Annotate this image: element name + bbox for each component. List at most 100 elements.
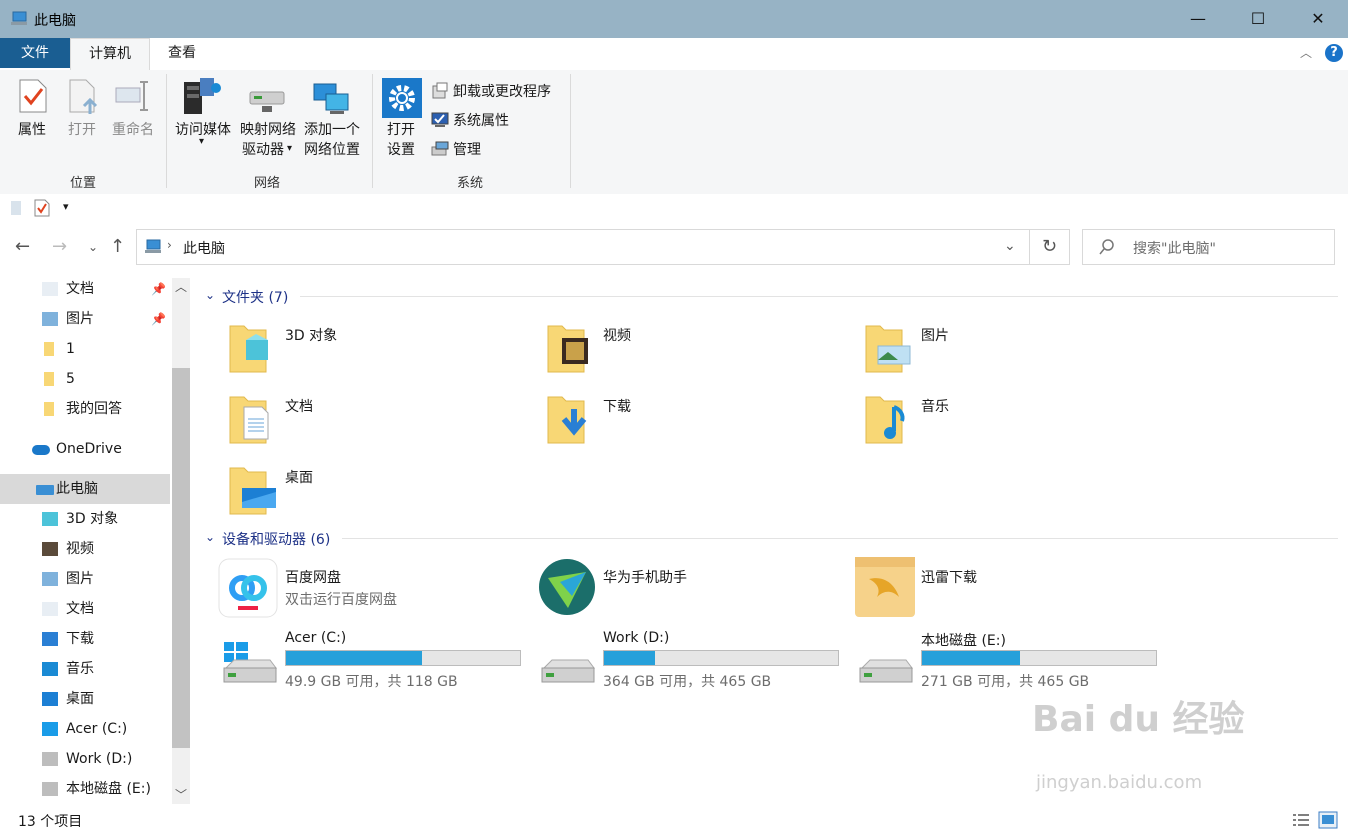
- tab-view[interactable]: 查看: [152, 38, 212, 68]
- folder-tile[interactable]: 视频: [546, 320, 846, 380]
- drive-tile[interactable]: 本地磁盘 (E:) 271 GB 可用，共 465 GB: [856, 628, 1166, 690]
- nav-item-label: 音乐: [66, 661, 94, 677]
- map-drive-button-line1[interactable]: 映射网络: [236, 120, 300, 140]
- breadcrumb-separator-icon[interactable]: ›: [167, 238, 172, 252]
- nav-scrollbar-thumb[interactable]: [172, 368, 190, 748]
- maximize-button[interactable]: ☐: [1228, 0, 1288, 38]
- document-icon: [42, 282, 58, 296]
- nav-item[interactable]: 我的回答: [0, 394, 170, 424]
- qat-check-icon[interactable]: [34, 199, 50, 217]
- folder-tile[interactable]: 音乐: [864, 391, 1164, 451]
- add-location-button-line2[interactable]: 网络位置: [300, 140, 364, 160]
- add-location-button-line1[interactable]: 添加一个: [300, 120, 364, 140]
- nav-item[interactable]: 本地磁盘 (E:): [0, 774, 170, 804]
- qat-properties-icon[interactable]: [10, 200, 22, 216]
- nav-item[interactable]: 文档: [0, 594, 170, 624]
- tab-file[interactable]: 文件: [0, 38, 70, 68]
- forward-button[interactable]: →: [52, 236, 67, 257]
- manage-button[interactable]: 管理: [453, 139, 481, 159]
- nav-item-label: Work (D:): [66, 751, 133, 767]
- app-tile-huawei[interactable]: [538, 558, 596, 616]
- folder-label: 下载: [603, 399, 631, 415]
- tab-computer[interactable]: 计算机: [70, 38, 150, 70]
- nav-item[interactable]: 视频: [0, 534, 170, 564]
- collapse-chevron-icon[interactable]: ⌄: [205, 288, 215, 302]
- collapse-ribbon-icon[interactable]: ︿: [1300, 44, 1312, 61]
- folder-tile[interactable]: 下载: [546, 391, 846, 451]
- drive-usage-fill: [286, 651, 422, 665]
- minimize-button[interactable]: —: [1168, 0, 1228, 38]
- nav-item[interactable]: 图片 📌: [0, 304, 170, 334]
- nav-item[interactable]: 下载: [0, 624, 170, 654]
- nav-item[interactable]: 此电脑: [0, 474, 170, 504]
- qat-customize-dropdown[interactable]: ▾: [63, 200, 69, 213]
- onedrive-icon: [32, 445, 50, 455]
- folders-section-header[interactable]: 文件夹 (7): [222, 287, 288, 307]
- app-tile-xunlei[interactable]: [855, 557, 915, 617]
- folder-label: 图片: [921, 328, 949, 344]
- nav-item[interactable]: Acer (C:): [0, 714, 170, 744]
- devices-section-header[interactable]: 设备和驱动器 (6): [222, 529, 330, 549]
- nav-item-label: 文档: [66, 281, 94, 297]
- drive-tile[interactable]: Acer (C:) 49.9 GB 可用，共 118 GB: [220, 628, 530, 690]
- nav-item-label: 视频: [66, 541, 94, 557]
- large-icons-view-icon[interactable]: [1318, 811, 1338, 829]
- nav-item[interactable]: 音乐: [0, 654, 170, 684]
- app-label-baidu[interactable]: 百度网盘: [285, 567, 341, 587]
- map-drive-button-line2[interactable]: 驱动器: [236, 140, 290, 160]
- breadcrumb-this-pc[interactable]: 此电脑: [183, 238, 225, 258]
- network-group-label: 网络: [253, 176, 280, 191]
- nav-item-label: 下载: [66, 631, 94, 647]
- app-label-xunlei[interactable]: 迅雷下载: [921, 567, 977, 587]
- open-button[interactable]: 打开: [62, 120, 102, 140]
- address-history-dropdown[interactable]: ⌄: [1004, 238, 1016, 254]
- ribbon-divider: [372, 74, 373, 188]
- nav-item[interactable]: 1: [0, 334, 170, 364]
- properties-button[interactable]: 属性: [10, 120, 54, 140]
- nav-item[interactable]: 图片: [0, 564, 170, 594]
- drive-label: Work (D:): [603, 630, 670, 646]
- back-button[interactable]: ←: [15, 236, 30, 257]
- close-button[interactable]: ✕: [1288, 0, 1348, 38]
- title-bar[interactable]: [0, 0, 1348, 38]
- help-icon[interactable]: ?: [1325, 44, 1343, 62]
- details-view-icon[interactable]: [1292, 812, 1310, 828]
- nav-item[interactable]: Work (D:): [0, 744, 170, 774]
- open-settings-line2[interactable]: 设置: [380, 140, 422, 160]
- nav-item-label: 此电脑: [56, 481, 98, 497]
- refresh-button[interactable]: ↻: [1030, 229, 1070, 265]
- system-properties-button[interactable]: 系统属性: [453, 110, 509, 130]
- nav-item-label: 5: [66, 371, 75, 387]
- drive-tile[interactable]: Work (D:) 364 GB 可用，共 465 GB: [538, 628, 848, 690]
- documents-folder-icon: [229, 396, 269, 444]
- nav-item[interactable]: 桌面: [0, 684, 170, 714]
- app-tile-baidu[interactable]: [218, 558, 278, 618]
- nav-item[interactable]: 3D 对象: [0, 504, 170, 534]
- open-settings-line1[interactable]: 打开: [380, 120, 422, 140]
- nav-item[interactable]: 5: [0, 364, 170, 394]
- nav-item[interactable]: OneDrive: [0, 434, 170, 464]
- scroll-down-arrow[interactable]: ﹀: [175, 786, 187, 803]
- up-button[interactable]: ↑: [110, 236, 125, 257]
- rename-button[interactable]: 重命名: [106, 120, 160, 140]
- drive-free-space: 271 GB 可用，共 465 GB: [921, 674, 1090, 690]
- pin-icon: 📌: [151, 312, 166, 326]
- folder-tile[interactable]: 3D 对象: [228, 320, 528, 380]
- folder-tile[interactable]: 图片: [864, 320, 1164, 380]
- nav-item-label: 3D 对象: [66, 511, 119, 527]
- drive-usage-fill: [604, 651, 656, 665]
- scroll-up-arrow[interactable]: ︿: [175, 278, 187, 295]
- folder-tile[interactable]: 文档: [228, 391, 528, 451]
- uninstall-icon: [432, 82, 448, 99]
- recent-locations-dropdown[interactable]: ⌄: [88, 240, 98, 254]
- drive-free-space: 49.9 GB 可用，共 118 GB: [285, 674, 458, 690]
- downloads-folder-icon: [547, 396, 587, 444]
- app-label-huawei[interactable]: 华为手机助手: [603, 567, 687, 587]
- nav-item-label: 图片: [66, 311, 94, 327]
- address-bar[interactable]: [136, 229, 1030, 265]
- drive-usage-bar: [603, 650, 839, 666]
- folder-tile[interactable]: 桌面: [228, 462, 528, 522]
- uninstall-button[interactable]: 卸载或更改程序: [453, 81, 551, 101]
- nav-item[interactable]: 文档 📌: [0, 274, 170, 304]
- collapse-chevron-icon[interactable]: ⌄: [205, 530, 215, 544]
